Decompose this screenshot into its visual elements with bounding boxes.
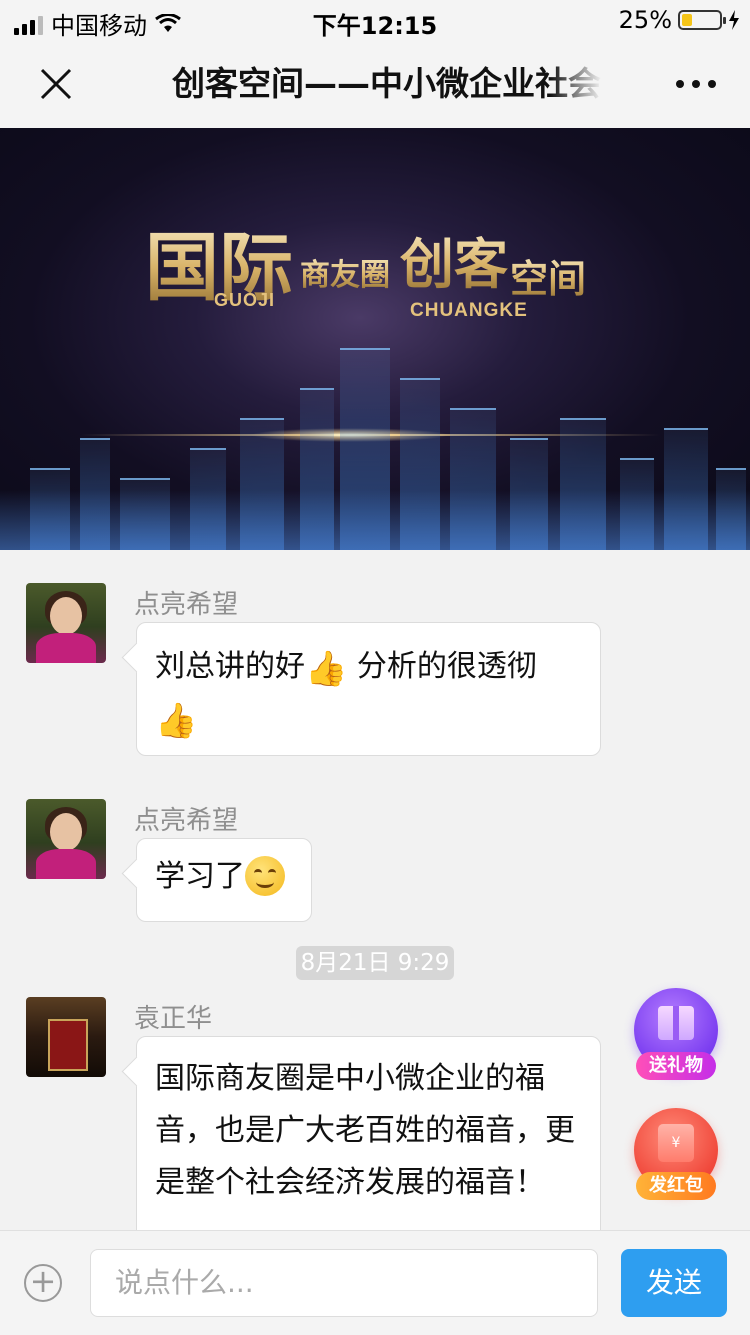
smile-emoji-icon: [245, 856, 285, 896]
message-text: 分析的很透彻: [347, 649, 537, 684]
message-bubble[interactable]: 学习了: [136, 838, 312, 922]
sender-name: 点亮希望: [134, 590, 239, 620]
banner-word-chuangke: 创客: [400, 220, 508, 299]
red-packet-label[interactable]: 发红包: [636, 1172, 716, 1200]
nav-bar: 创客空间——中小微企业社会: [0, 40, 750, 129]
avatar[interactable]: [26, 997, 106, 1077]
banner-city-skyline: [0, 320, 750, 550]
message-text: 刘总讲的好: [155, 649, 305, 684]
battery-icon: [678, 10, 726, 30]
red-envelope-icon: ¥: [658, 1124, 694, 1162]
charging-icon: [729, 10, 739, 30]
thumbs-up-emoji-icon: 👍: [155, 701, 198, 741]
banner-word-kongjian: 空间: [510, 248, 586, 303]
status-right: 25%: [619, 6, 740, 34]
banner-sub-chuangke: CHUANGKE: [410, 300, 528, 321]
more-icon[interactable]: [676, 80, 716, 88]
sender-name: 点亮希望: [134, 806, 239, 836]
battery-percent: 25%: [618, 6, 672, 34]
banner-word-shangyouquan: 商友圈: [300, 250, 390, 294]
message-text: 学习了: [155, 859, 245, 894]
gift-icon: [658, 1006, 694, 1040]
sender-name: 袁正华: [134, 1004, 213, 1034]
message-input[interactable]: 说点什么...: [90, 1249, 598, 1317]
banner-image: 国际 商友圈 创客 空间 GUOJI CHUANGKE: [0, 128, 750, 550]
input-bar: + 说点什么... 发送: [0, 1230, 750, 1335]
close-icon[interactable]: [34, 62, 78, 106]
message-bubble[interactable]: 国际商友圈是中小微企业的福音，也是广大老百姓的福音，更是整个社会经济发展的福音！: [136, 1036, 601, 1230]
thumbs-up-emoji-icon: 👍: [305, 649, 348, 689]
status-bar: 中国移动 下午12:15 25%: [0, 0, 750, 40]
banner-sub-guoji: GUOJI: [214, 290, 276, 310]
avatar[interactable]: [26, 583, 106, 663]
page-title: 创客空间——中小微企业社会: [172, 64, 601, 103]
add-icon[interactable]: +: [24, 1264, 62, 1302]
send-button[interactable]: 发送: [621, 1249, 727, 1317]
send-gift-label[interactable]: 送礼物: [636, 1052, 716, 1080]
avatar[interactable]: [26, 799, 106, 879]
message-text: 国际商友圈是中小微企业的福音，也是广大老百姓的福音，更是整个社会经济发展的福音！: [155, 1061, 575, 1200]
chat-list[interactable]: 点亮希望 刘总讲的好👍 分析的很透彻 👍 点亮希望 学习了 8月21日 9:29…: [0, 550, 750, 1230]
timestamp: 8月21日 9:29: [296, 946, 454, 980]
message-bubble[interactable]: 刘总讲的好👍 分析的很透彻 👍: [136, 622, 601, 756]
